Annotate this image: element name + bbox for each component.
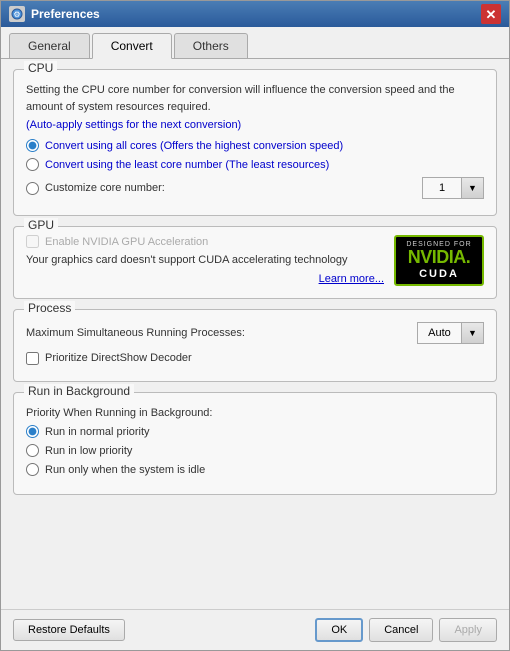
learn-more-link[interactable]: Learn more...	[26, 273, 384, 285]
app-icon: ⚙	[9, 6, 25, 22]
process-group: Process Maximum Simultaneous Running Pro…	[13, 309, 497, 382]
radio-idle-input[interactable]	[26, 463, 39, 476]
directshow-row: Prioritize DirectShow Decoder	[26, 352, 484, 365]
radio-customize-input[interactable]	[26, 182, 39, 195]
radio-all-cores: Convert using all cores (Offers the high…	[26, 139, 484, 152]
priority-label: Priority When Running in Background:	[26, 405, 484, 422]
ok-button[interactable]: OK	[315, 618, 363, 642]
gpu-checkbox[interactable]	[26, 235, 39, 248]
priority-options: Run in normal priority Run in low priori…	[26, 425, 484, 476]
core-dropdown-btn[interactable]: ▼	[462, 177, 484, 199]
background-group-label: Run in Background	[24, 384, 134, 398]
preferences-window: ⚙ Preferences ✕ General Convert Others C…	[0, 0, 510, 651]
title-bar-left: ⚙ Preferences	[9, 6, 100, 22]
gpu-checkbox-label: Enable NVIDIA GPU Acceleration	[45, 236, 208, 248]
gpu-right: DESIGNED FOR NVIDIA. CUDA	[394, 235, 484, 286]
cpu-info-text: Setting the CPU core number for conversi…	[26, 82, 484, 115]
tab-others[interactable]: Others	[174, 33, 248, 58]
radio-normal-priority: Run in normal priority	[26, 425, 484, 438]
core-select: ▼	[422, 177, 484, 199]
cancel-button[interactable]: Cancel	[369, 618, 433, 642]
core-number-input[interactable]	[422, 177, 462, 199]
radio-normal-label[interactable]: Run in normal priority	[45, 426, 150, 438]
gpu-left: Enable NVIDIA GPU Acceleration Your grap…	[26, 235, 384, 285]
directshow-checkbox[interactable]	[26, 352, 39, 365]
radio-all-cores-input[interactable]	[26, 139, 39, 152]
process-select: Auto ▼	[417, 322, 484, 344]
tab-general[interactable]: General	[9, 33, 90, 58]
close-button[interactable]: ✕	[481, 4, 501, 24]
radio-low-input[interactable]	[26, 444, 39, 457]
bottom-buttons: OK Cancel Apply	[315, 618, 497, 642]
tab-bar: General Convert Others	[1, 27, 509, 59]
cuda-text: CUDA	[419, 268, 459, 280]
process-dropdown-btn[interactable]: ▼	[462, 322, 484, 344]
nvidia-brand-text: NVIDIA.	[408, 248, 471, 268]
svg-text:⚙: ⚙	[13, 10, 20, 19]
process-row: Maximum Simultaneous Running Processes: …	[26, 322, 484, 344]
restore-defaults-button[interactable]: Restore Defaults	[13, 619, 125, 641]
main-content: CPU Setting the CPU core number for conv…	[1, 59, 509, 609]
radio-least-cores-input[interactable]	[26, 158, 39, 171]
radio-low-label[interactable]: Run in low priority	[45, 445, 132, 457]
auto-apply-text: (Auto-apply settings for the next conver…	[26, 119, 484, 131]
gpu-row: Enable NVIDIA GPU Acceleration Your grap…	[26, 235, 484, 286]
gpu-info-text: Your graphics card doesn't support CUDA …	[26, 252, 384, 269]
radio-least-cores: Convert using the least core number (The…	[26, 158, 484, 171]
radio-least-cores-label[interactable]: Convert using the least core number (The…	[45, 159, 329, 171]
radio-customize-label[interactable]: Customize core number:	[45, 182, 165, 194]
customize-row: Customize core number: ▼	[26, 177, 484, 199]
cpu-group-label: CPU	[24, 61, 57, 75]
process-value: Auto	[417, 322, 462, 344]
background-group-content: Priority When Running in Background: Run…	[26, 405, 484, 477]
window-title: Preferences	[31, 7, 100, 21]
title-bar: ⚙ Preferences ✕	[1, 1, 509, 27]
cpu-group-content: Setting the CPU core number for conversi…	[26, 82, 484, 199]
radio-idle-label[interactable]: Run only when the system is idle	[45, 464, 205, 476]
radio-all-cores-label[interactable]: Convert using all cores (Offers the high…	[45, 140, 343, 152]
radio-low-priority: Run in low priority	[26, 444, 484, 457]
background-group: Run in Background Priority When Running …	[13, 392, 497, 496]
tab-convert[interactable]: Convert	[92, 33, 172, 59]
process-group-label: Process	[24, 301, 75, 315]
radio-idle-priority: Run only when the system is idle	[26, 463, 484, 476]
cpu-group: CPU Setting the CPU core number for conv…	[13, 69, 497, 216]
max-processes-label: Maximum Simultaneous Running Processes:	[26, 327, 245, 339]
footer: Restore Defaults OK Cancel Apply	[1, 609, 509, 650]
process-group-content: Maximum Simultaneous Running Processes: …	[26, 322, 484, 365]
gpu-group-label: GPU	[24, 218, 58, 232]
nvidia-badge: DESIGNED FOR NVIDIA. CUDA	[394, 235, 484, 286]
apply-button[interactable]: Apply	[439, 618, 497, 642]
gpu-group: GPU Enable NVIDIA GPU Acceleration Your …	[13, 226, 497, 299]
gpu-checkbox-row: Enable NVIDIA GPU Acceleration	[26, 235, 384, 248]
directshow-label[interactable]: Prioritize DirectShow Decoder	[45, 352, 192, 364]
radio-normal-input[interactable]	[26, 425, 39, 438]
